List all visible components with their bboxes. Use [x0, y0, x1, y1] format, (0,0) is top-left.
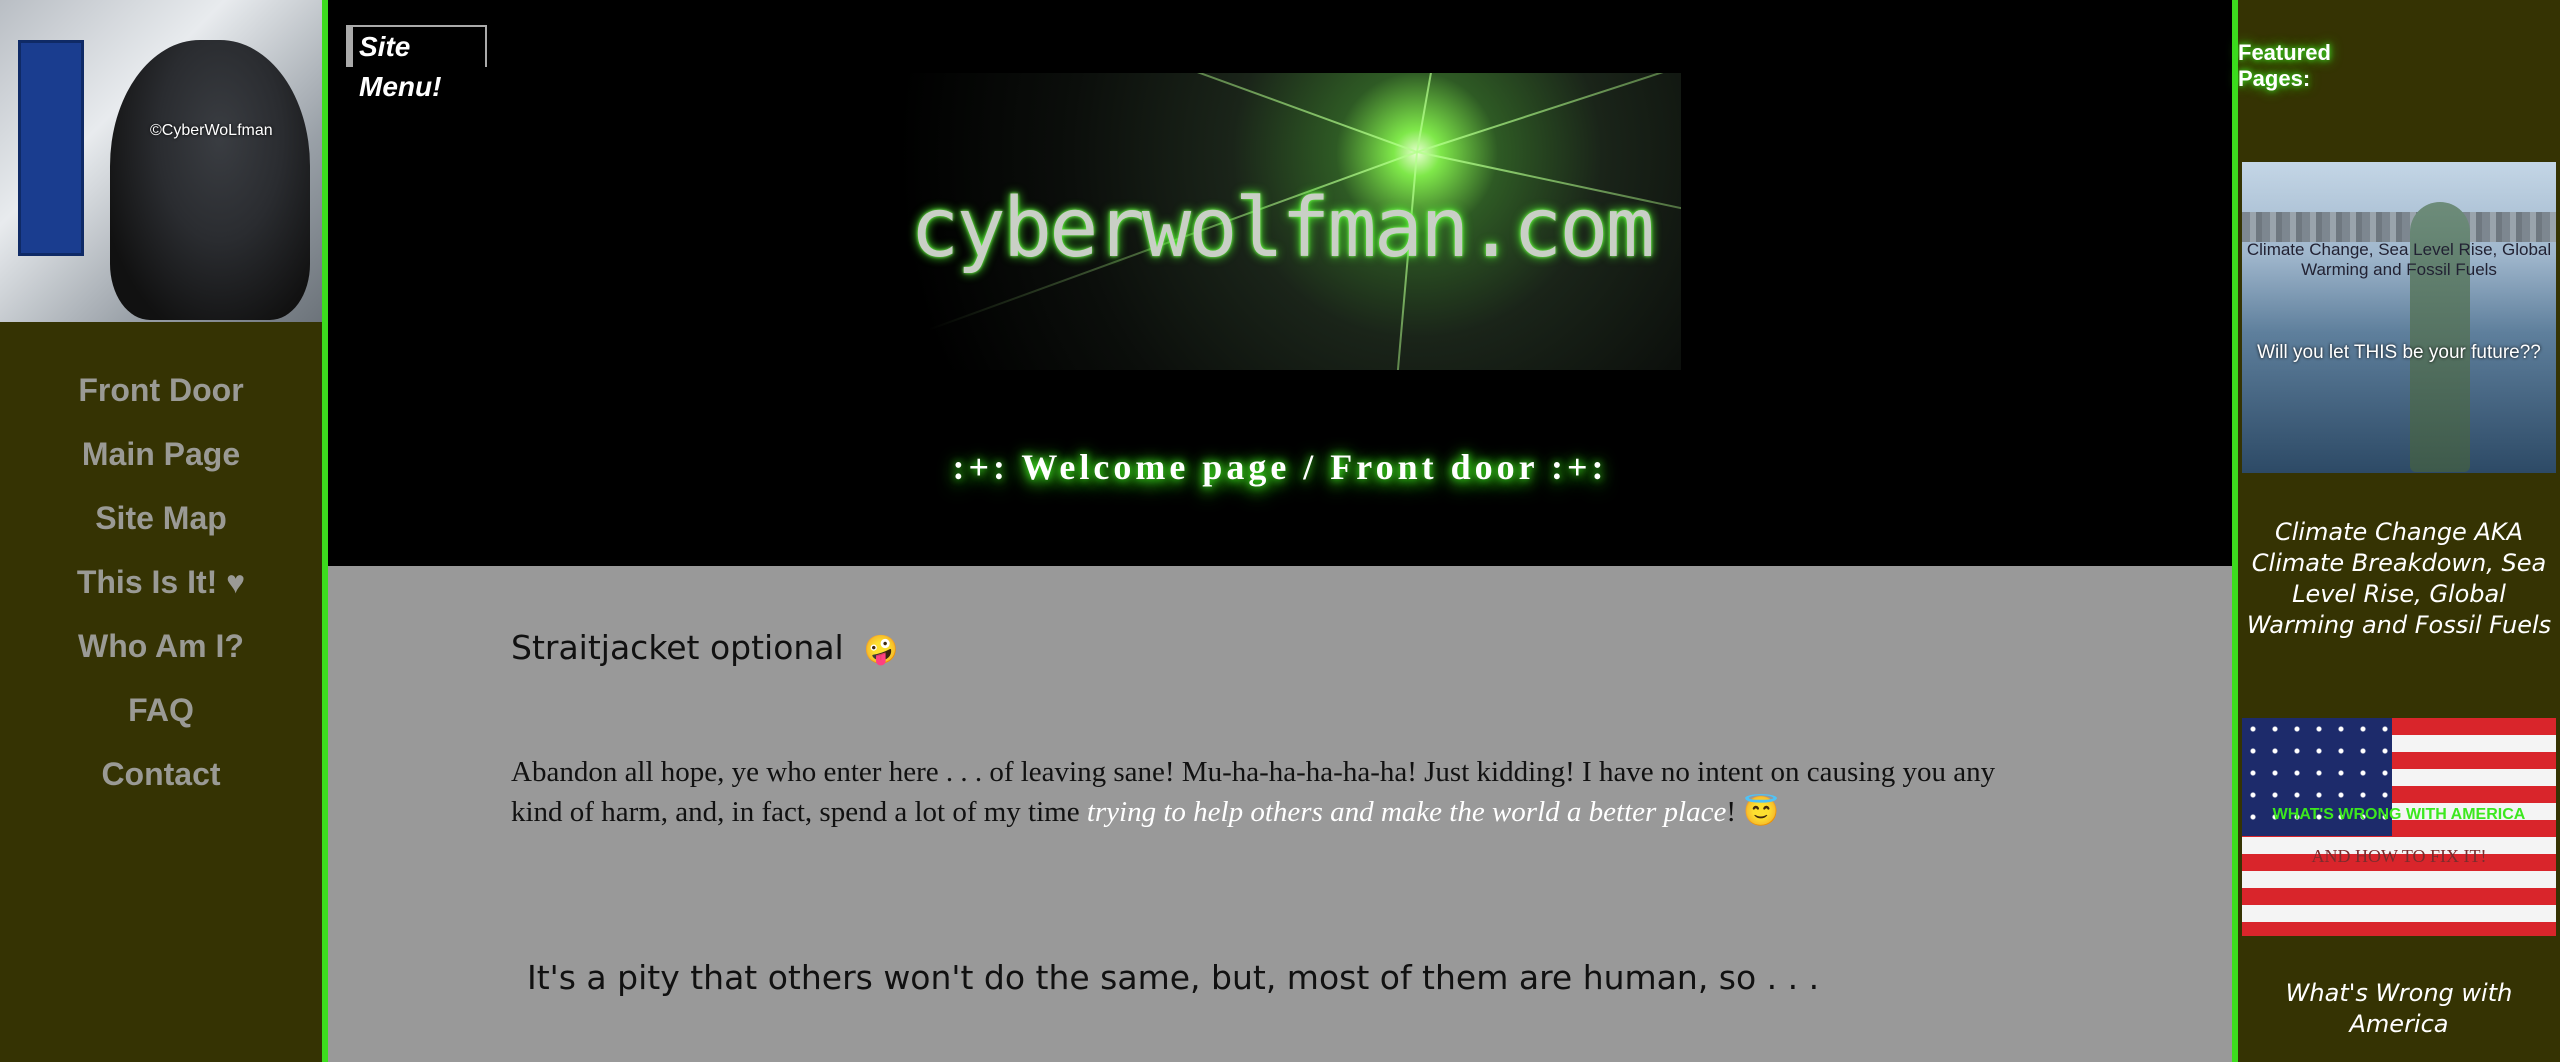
second-paragraph: It's a pity that others won't do the sam…	[527, 958, 1820, 997]
left-sidebar: ©CyberWoLfman Front Door Main Page Site …	[0, 0, 328, 1062]
nav-item-this-is-it[interactable]: This Is It! ♥	[0, 560, 322, 624]
site-nav: Front Door Main Page Site Map This Is It…	[0, 368, 322, 816]
featured-pages-heading: Featured Pages:	[2238, 40, 2331, 91]
section-heading-text: Straitjacket optional	[511, 628, 844, 667]
tardis-graphic	[18, 40, 84, 256]
zany-face-icon: 🤪	[863, 633, 899, 666]
nav-item-faq[interactable]: FAQ	[0, 688, 322, 752]
intro-italic-text: trying to help others and make the world…	[1086, 796, 1727, 828]
nav-item-who-am-i[interactable]: Who Am I?	[0, 624, 322, 688]
nav-item-contact[interactable]: Contact	[0, 752, 322, 816]
page-header: Site Menu! cyberwolfman.com :+: Welcome …	[328, 0, 2232, 566]
nav-item-front-door[interactable]: Front Door	[0, 368, 322, 432]
america-image-subtitle: AND HOW TO FIX IT!	[2311, 846, 2487, 866]
wolf-figure	[110, 40, 310, 320]
site-banner[interactable]: cyberwolfman.com	[881, 73, 1681, 370]
climate-image-title: Climate Change, Sea Level Rise, Global W…	[2246, 240, 2552, 279]
site-menu-button[interactable]: Site Menu!	[346, 25, 487, 102]
climate-image-question: Will you let THIS be your future??	[2257, 342, 2541, 363]
banner-logo-text: cyberwolfman.com	[910, 181, 1655, 276]
content-area: Straitjacket optional 🤪 Abandon all hope,…	[328, 566, 2232, 1062]
intro-text-end: !	[1726, 796, 1744, 828]
featured-climate-image[interactable]: Climate Change, Sea Level Rise, Global W…	[2242, 162, 2556, 473]
featured-america-image[interactable]: WHAT'S WRONG WITH AMERICA AND HOW TO FIX…	[2242, 718, 2556, 936]
nav-item-site-map[interactable]: Site Map	[0, 496, 322, 560]
halo-smile-icon: 😇	[1743, 796, 1780, 828]
page-title: :+: Welcome page / Front door :+:	[952, 447, 1608, 487]
featured-america-caption[interactable]: What's Wrong with America	[2238, 978, 2560, 1040]
america-image-title: WHAT'S WRONG WITH AMERICA	[2272, 806, 2526, 823]
featured-climate-caption[interactable]: Climate Change AKA Climate Breakdown, Se…	[2238, 517, 2560, 641]
main-column: Site Menu! cyberwolfman.com :+: Welcome …	[328, 0, 2232, 1062]
intro-paragraph: Abandon all hope, ye who enter here . . …	[511, 752, 2011, 832]
section-heading: Straitjacket optional 🤪	[511, 628, 899, 667]
nav-item-main-page[interactable]: Main Page	[0, 432, 322, 496]
city-skyline-graphic	[2242, 212, 2556, 242]
avatar-watermark: ©CyberWoLfman	[150, 122, 273, 139]
avatar-image: ©CyberWoLfman	[0, 0, 322, 322]
right-sidebar: Featured Pages: Climate Change, Sea Leve…	[2232, 0, 2560, 1062]
